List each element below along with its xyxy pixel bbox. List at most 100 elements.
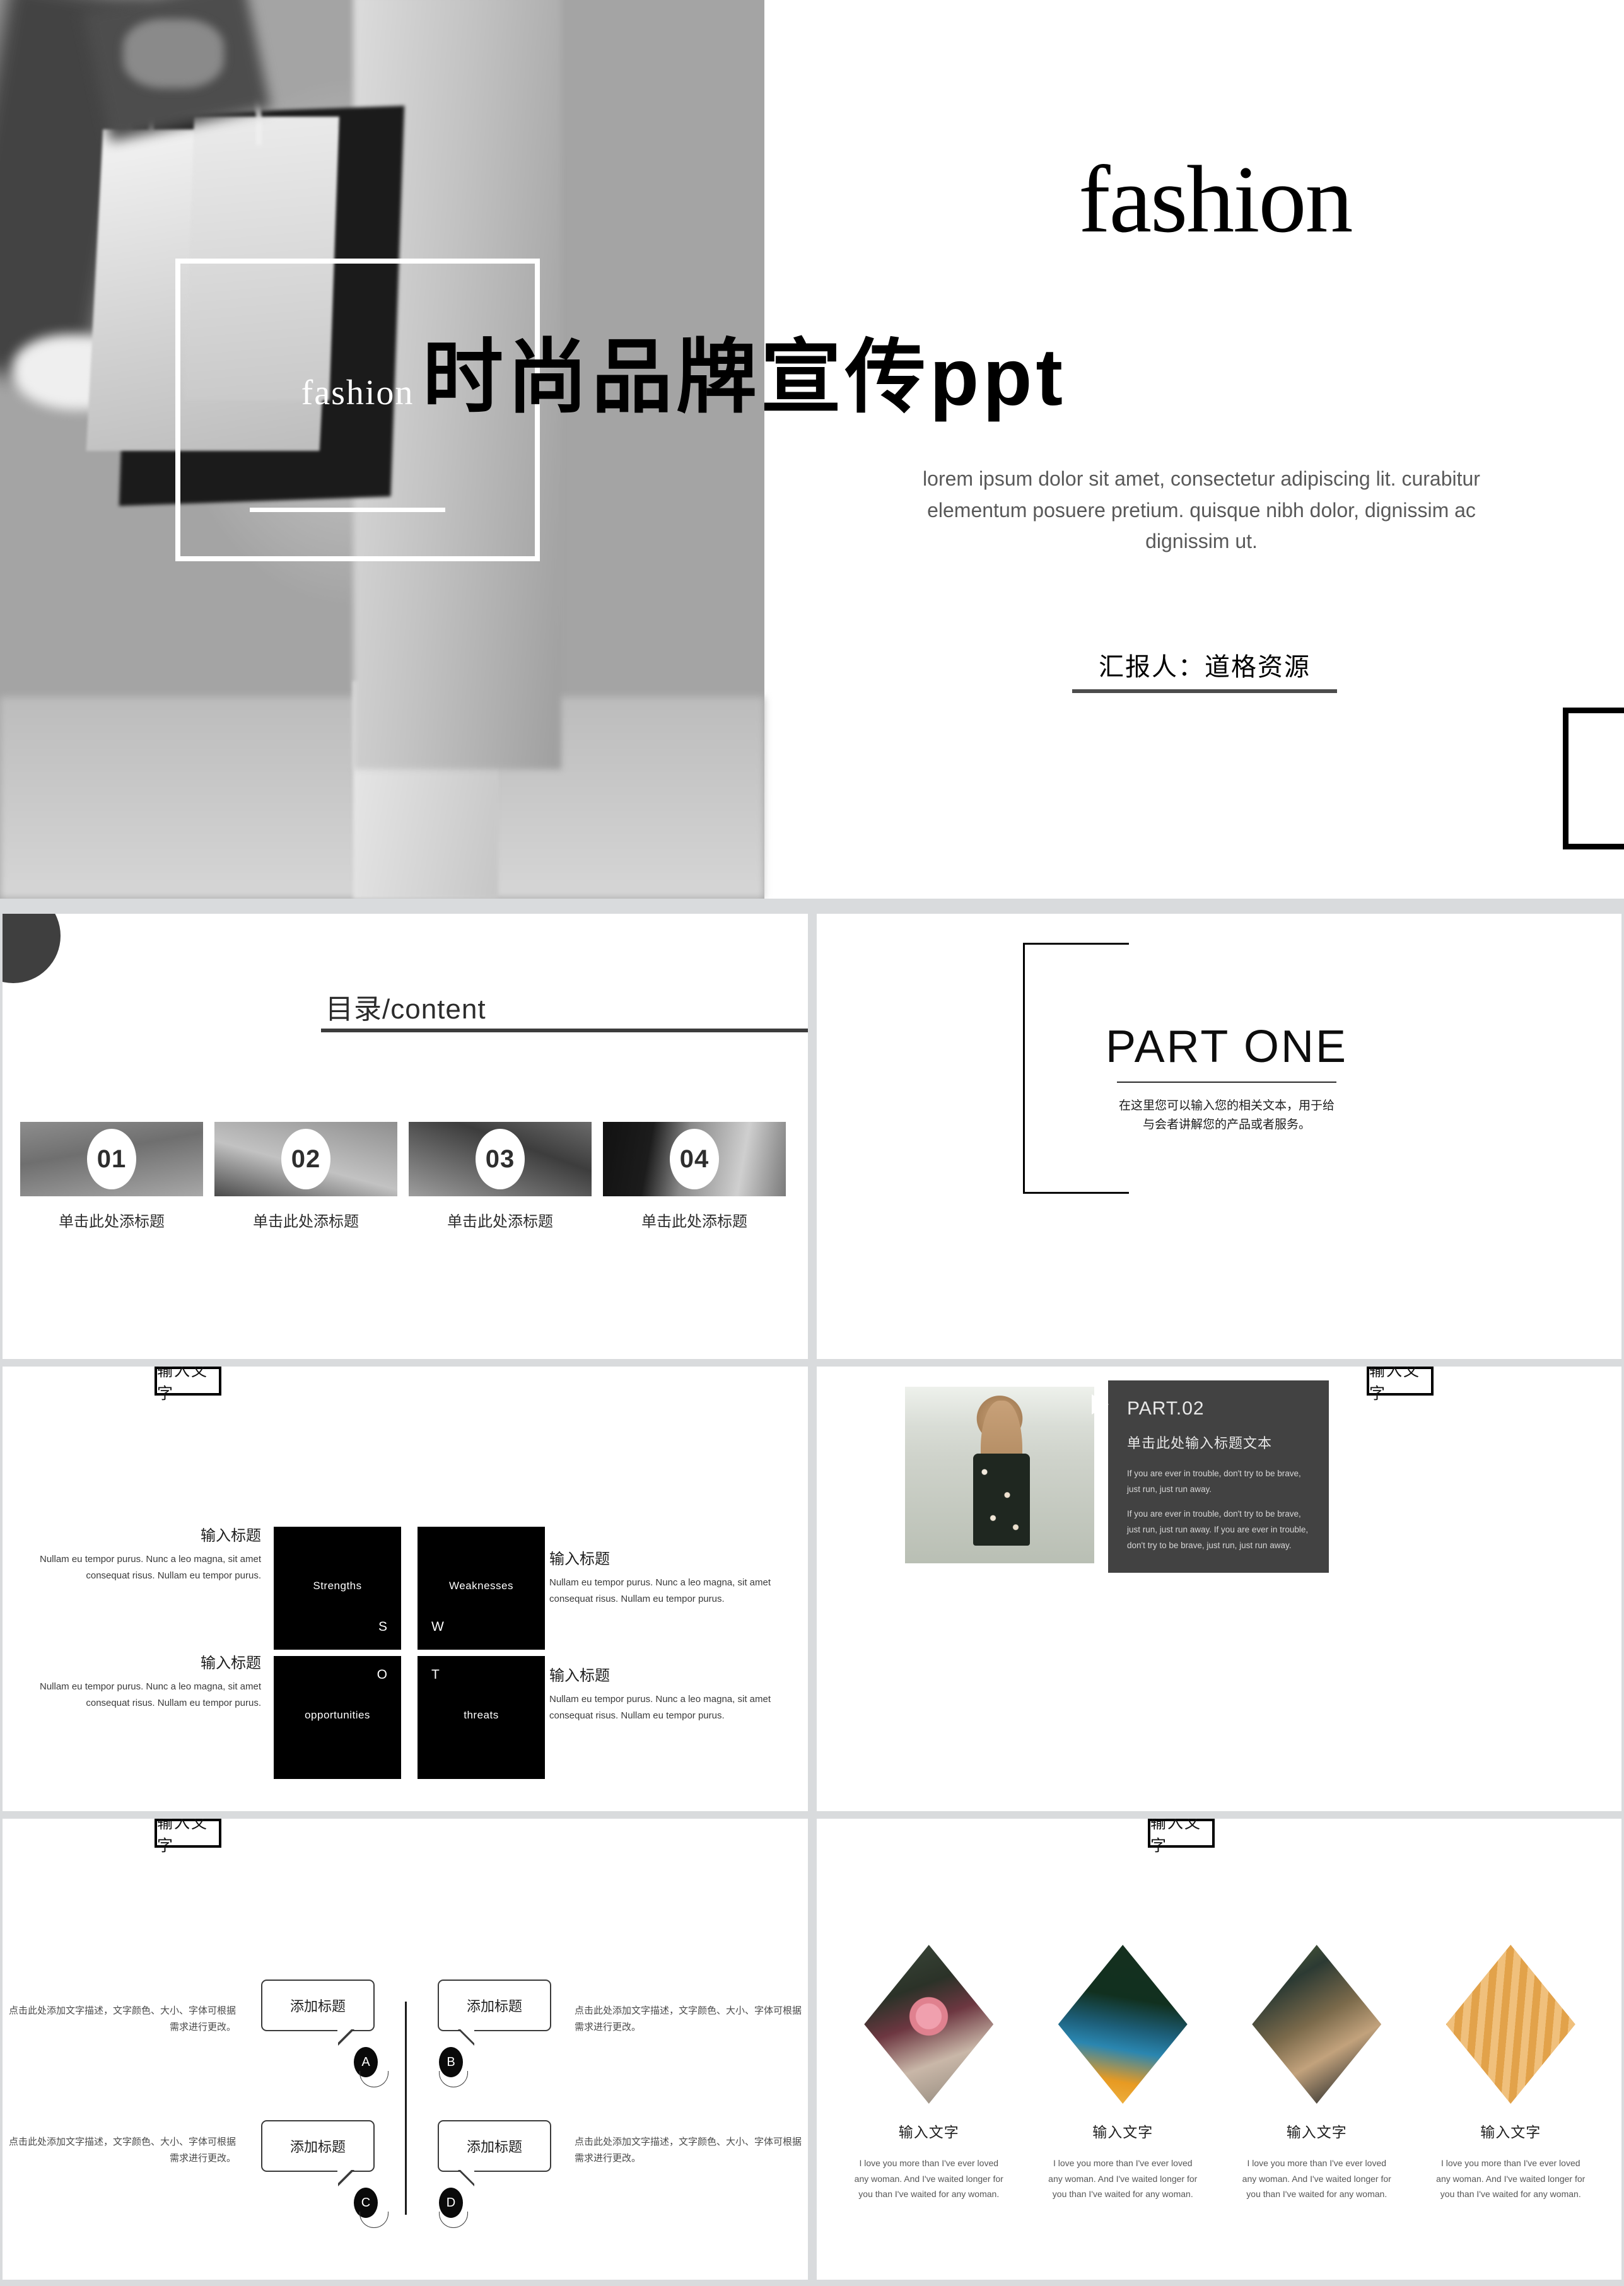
slide-deck: fashion fashion 时尚品牌宣传ppt lorem ipsum do… <box>0 0 1624 2286</box>
swot-text-body: Nullam eu tempor purus. Nunc a leo magna… <box>40 1681 261 1709</box>
callout-tail-icon <box>458 2029 474 2046</box>
connector-hook-c <box>359 2212 388 2228</box>
slide-part-two: 输入文字 PART.02 单击此处输入标题文本 If you are ever … <box>817 1367 1621 1811</box>
callout-bubble-a[interactable]: 添加标题 <box>261 1980 375 2046</box>
swot-cell-letter: T <box>431 1667 440 1682</box>
swot-text-body: Nullam eu tempor purus. Nunc a leo magna… <box>40 1554 261 1582</box>
contents-item-2[interactable]: 02 单击此处添标题 <box>214 1122 397 1231</box>
slide-tab-badge[interactable]: 输入文字 <box>1367 1367 1434 1403</box>
swot-text-weaknesses: 输入标题 Nullam eu tempor purus. Nunc a leo … <box>549 1546 802 1608</box>
slide-diamond-gallery: 输入文字 输入文字 I love you more than I've ever… <box>817 1819 1621 2280</box>
diamond-photo-blue-dress <box>1058 1945 1188 2104</box>
panel-paragraph-1: If you are ever in trouble, don't try to… <box>1127 1469 1301 1494</box>
title-chinese: 时尚品牌宣传ppt <box>423 332 1067 423</box>
contents-number: 04 <box>670 1129 719 1189</box>
swot-cell-strengths[interactable]: Strengths S <box>274 1527 401 1650</box>
swot-text-threats: 输入标题 Nullam eu tempor purus. Nunc a leo … <box>549 1663 802 1725</box>
swot-cell-threats[interactable]: threats T <box>418 1656 545 1779</box>
center-spine-line <box>404 2002 407 2215</box>
panel-paragraph-2: If you are ever in trouble, don't try to… <box>1127 1508 1309 1550</box>
slide-contents: 目录/content 01 单击此处添标题 02 单击此处添标题 03 单击此处… <box>3 914 808 1359</box>
callout-bubble-b[interactable]: 添加标题 <box>438 1980 551 2046</box>
title-subtitle: lorem ipsum dolor sit amet, consectetur … <box>923 467 1480 553</box>
section-text-block: PART ONE 在这里您可以输入您的相关文本，用于给与会者讲解您的产品或者服务… <box>1025 1021 1428 1135</box>
slide-section-part-one: PART ONE 在这里您可以输入您的相关文本，用于给与会者讲解您的产品或者服务… <box>817 914 1621 1359</box>
swot-cell-weaknesses[interactable]: Weaknesses W <box>418 1527 545 1650</box>
panel-part-label: PART.02 <box>1127 1398 1205 1419</box>
section-divider <box>1117 1082 1336 1083</box>
contents-item-3[interactable]: 03 单击此处添标题 <box>409 1122 592 1231</box>
swot-cell-word: opportunities <box>305 1709 370 1721</box>
callout-text-b: 点击此处添加文字描述，文字颜色、大小、字体可根据需求进行更改。 <box>575 2005 802 2033</box>
callout-tail-icon <box>337 2169 354 2186</box>
swot-text-body: Nullam eu tempor purus. Nunc a leo magna… <box>549 1694 771 1722</box>
thumbnail-clothes-rack: 02 <box>214 1122 397 1196</box>
swot-quadrant-grid: Strengths S Weaknesses W opportunities O… <box>274 1527 545 1779</box>
swot-text-strengths: 输入标题 Nullam eu tempor purus. Nunc a leo … <box>9 1523 261 1585</box>
swot-cell-word: threats <box>464 1709 499 1721</box>
diamond-body: I love you more than I've ever loved any… <box>854 2158 1003 2199</box>
diamond-body: I love you more than I've ever loved any… <box>1436 2158 1586 2199</box>
contents-caption: 单击此处添标题 <box>253 1213 359 1230</box>
presenter-label: 汇报人：道格资源 <box>1099 653 1311 681</box>
callout-bubble-c[interactable]: 添加标题 <box>261 2120 375 2186</box>
contents-caption: 单击此处添标题 <box>59 1213 165 1230</box>
diamond-photo-shoes <box>1252 1945 1382 2104</box>
thumbnail-forest: 03 <box>409 1122 592 1196</box>
swot-text-title: 输入标题 <box>549 1551 610 1568</box>
contents-caption: 单击此处添标题 <box>447 1213 553 1230</box>
swot-cell-letter: O <box>377 1667 387 1682</box>
callout-bubble-label: 添加标题 <box>289 2139 346 2155</box>
swot-cell-letter: S <box>378 1619 387 1634</box>
panel-arrow-icon <box>1092 1394 1109 1414</box>
thumbnail-portrait: 04 <box>603 1122 786 1196</box>
slide-tab-badge[interactable]: 输入文字 <box>155 1819 221 1855</box>
diamond-body: I love you more than I've ever loved any… <box>1242 2158 1391 2199</box>
diamond-photo-hangers <box>1446 1945 1575 2104</box>
swot-cell-opportunities[interactable]: opportunities O <box>274 1656 401 1779</box>
section-title: PART ONE <box>1105 1022 1348 1072</box>
callout-bubble-label: 添加标题 <box>289 1998 346 2014</box>
contents-number: 02 <box>281 1129 330 1189</box>
swot-text-opportunities: 输入标题 Nullam eu tempor purus. Nunc a leo … <box>9 1650 261 1712</box>
diamond-item-4[interactable]: 输入文字 I love you more than I've ever love… <box>1425 1945 1596 2202</box>
swot-text-title: 输入标题 <box>201 1655 261 1672</box>
panel-heading: 单击此处输入标题文本 <box>1127 1435 1273 1451</box>
callout-tail-icon <box>337 2029 354 2046</box>
thumbnail-street: 01 <box>20 1122 203 1196</box>
slide-title: fashion fashion 时尚品牌宣传ppt lorem ipsum do… <box>0 0 1624 899</box>
diamond-item-2[interactable]: 输入文字 I love you more than I've ever love… <box>1037 1945 1208 2202</box>
contents-number: 01 <box>87 1129 136 1189</box>
slide-swot: 输入文字 输入标题 Nullam eu tempor purus. Nunc a… <box>3 1367 808 1811</box>
callout-bubble-d[interactable]: 添加标题 <box>438 2120 551 2186</box>
swot-layout: 输入标题 Nullam eu tempor purus. Nunc a leo … <box>3 1367 808 1811</box>
callout-text-a: 点击此处添加文字描述，文字颜色、大小、字体可根据需求进行更改。 <box>9 2005 237 2033</box>
diamond-item-3[interactable]: 输入文字 I love you more than I've ever love… <box>1232 1945 1402 2202</box>
contents-card-row: 01 单击此处添标题 02 单击此处添标题 03 单击此处添标题 04 单击此处… <box>20 1122 802 1231</box>
diamond-title: 输入文字 <box>1480 2124 1541 2140</box>
diamond-title: 输入文字 <box>1286 2124 1347 2140</box>
photo-woman-street <box>905 1387 1094 1563</box>
diamond-item-1[interactable]: 输入文字 I love you more than I've ever love… <box>844 1945 1014 2202</box>
diamond-row: 输入文字 I love you more than I've ever love… <box>832 1945 1608 2202</box>
connector-hook-b <box>439 2071 468 2087</box>
contents-heading: 目录/content <box>325 994 486 1025</box>
section-description: 在这里您可以输入您的相关文本，用于给与会者讲解您的产品或者服务。 <box>1118 1099 1335 1132</box>
contents-heading-rule <box>321 1029 808 1032</box>
hero-frame-rule <box>250 508 445 512</box>
callout-bubble-label: 添加标题 <box>466 2139 522 2155</box>
contents-item-4[interactable]: 04 单击此处添标题 <box>603 1122 786 1231</box>
title-english: fashion <box>1078 146 1353 252</box>
connector-hook-a <box>359 2071 388 2087</box>
slide-tab-badge[interactable]: 输入文字 <box>1148 1819 1215 1855</box>
swot-cell-word: Strengths <box>313 1580 362 1592</box>
slide-title-right-panel <box>764 0 1624 899</box>
swot-cell-word: Weaknesses <box>448 1580 513 1592</box>
contents-caption: 单击此处添标题 <box>641 1213 747 1230</box>
diamond-body: I love you more than I've ever loved any… <box>1048 2158 1198 2199</box>
swot-text-title: 输入标题 <box>201 1527 261 1544</box>
contents-item-1[interactable]: 01 单击此处添标题 <box>20 1122 203 1231</box>
decorative-black-bracket <box>1563 708 1624 849</box>
connector-hook-d <box>439 2212 468 2228</box>
callout-text-c: 点击此处添加文字描述，文字颜色、大小、字体可根据需求进行更改。 <box>9 2137 237 2164</box>
